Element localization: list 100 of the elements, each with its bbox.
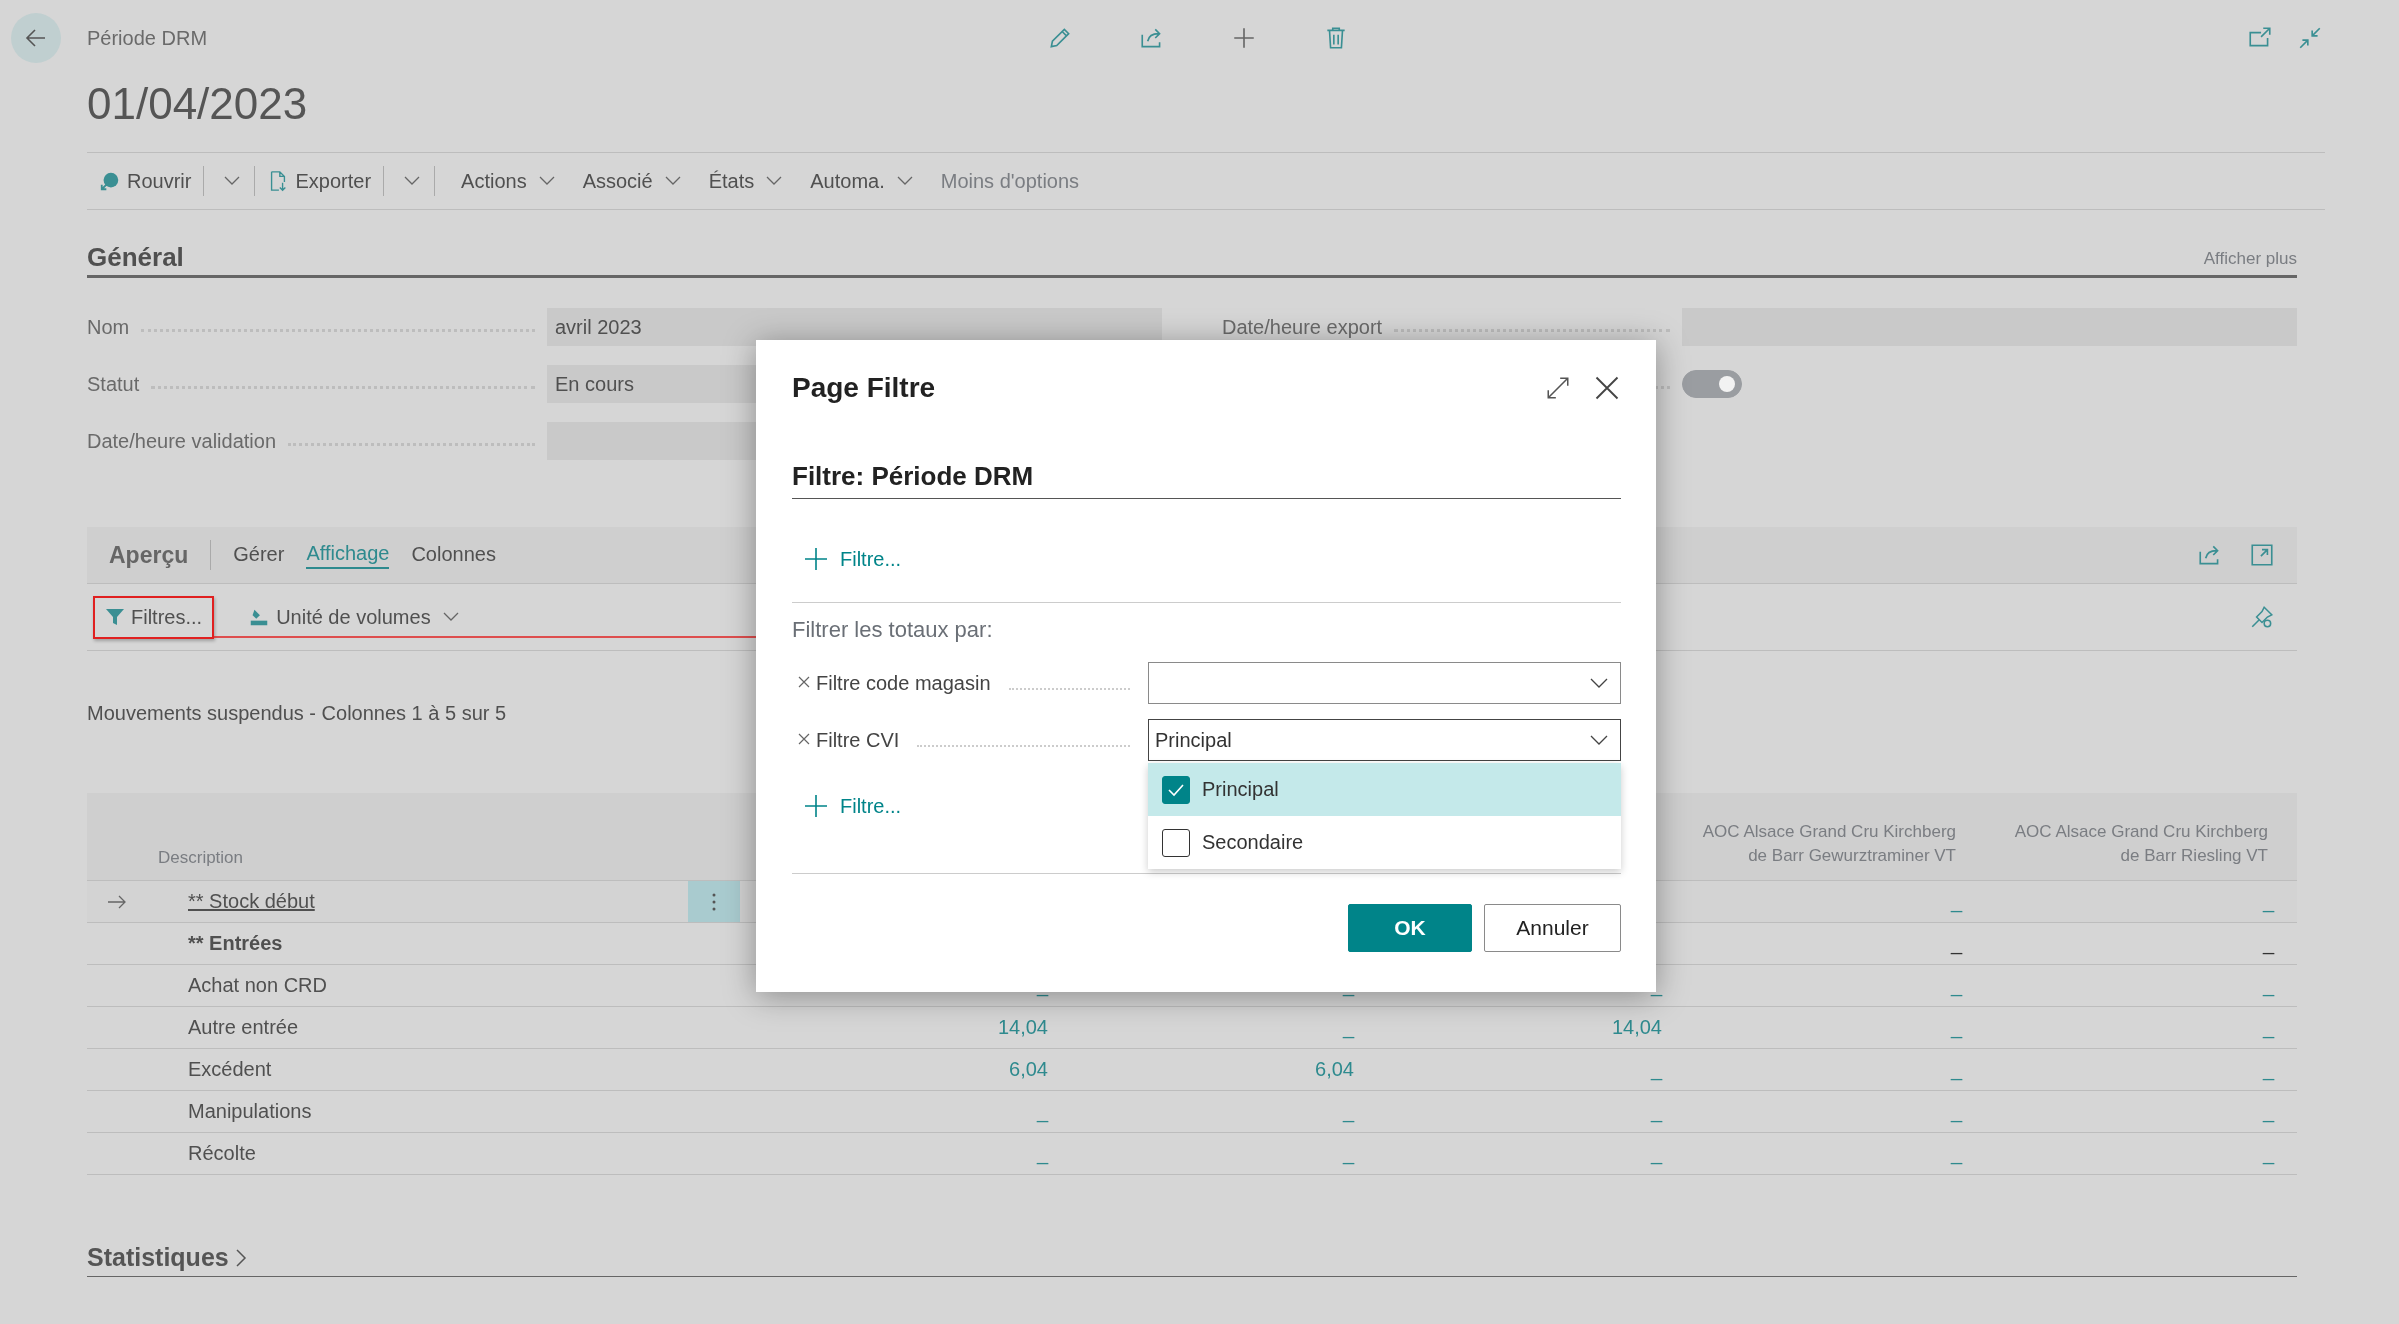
less-options-link[interactable]: Moins d'options [938, 165, 1082, 197]
part-title: Aperçu [109, 541, 189, 569]
table-cell[interactable]: _ [1650, 1058, 1662, 1080]
table-cell: Achat non CRD [188, 974, 327, 997]
table-cell[interactable]: _ [2262, 1016, 2274, 1038]
menu-button[interactable]: Actions [459, 165, 557, 197]
filters-button[interactable]: Filtres... [93, 595, 215, 639]
tab[interactable]: Gérer [233, 542, 285, 568]
remove-filter-icon[interactable] [798, 733, 810, 745]
field-label: Nom [87, 315, 130, 339]
more-icon [712, 892, 716, 911]
caret-icon [896, 176, 913, 186]
input-field[interactable]: avril 2023 [547, 308, 1162, 346]
table-cell[interactable]: _ [1650, 1142, 1662, 1164]
table-cell[interactable]: _ [2262, 974, 2274, 996]
table-cell[interactable]: _ [1950, 974, 1962, 996]
table-cell[interactable]: _ [2262, 1058, 2274, 1080]
table-cell[interactable]: _ [1342, 1016, 1354, 1038]
add-filter-link[interactable]: Filtre... [804, 791, 902, 821]
caret-icon [766, 176, 783, 186]
table-cell: Autre entrée [188, 1016, 299, 1039]
tab[interactable]: Colonnes [411, 542, 496, 568]
table-cell: _ [2262, 932, 2274, 954]
checkbox[interactable] [1162, 775, 1190, 804]
dropdown-button[interactable]: Unité de volumes [236, 595, 471, 639]
page-breadcrumb: Période DRM [87, 26, 209, 50]
section-title[interactable]: Statistiques [87, 1243, 229, 1272]
filter-label: Filtre CVI [816, 728, 900, 753]
chevron-icon [234, 1247, 247, 1268]
add-icon[interactable] [1231, 25, 1257, 51]
table-cell: Excédent [188, 1058, 272, 1081]
dropdown-field[interactable] [1148, 662, 1621, 704]
table-cell: _ [1950, 932, 1962, 954]
table-cell[interactable]: _ [2262, 1100, 2274, 1122]
record-title: 01/04/2023 [87, 78, 309, 130]
table-cell[interactable]: _ [1036, 1142, 1048, 1164]
edit-icon[interactable] [1047, 25, 1073, 51]
remove-filter-icon[interactable] [798, 676, 810, 688]
table-cell[interactable]: 6,04 [1009, 1058, 1048, 1080]
caret-icon [1590, 678, 1608, 688]
add-filter-link[interactable]: Filtre... [804, 544, 902, 574]
field-label: Date/heure validation [87, 429, 276, 453]
caret-icon [404, 176, 421, 186]
dropdown-field[interactable]: Principal [1148, 719, 1621, 761]
dialog-subtitle: Filtre: Période DRM [792, 435, 1621, 499]
tab[interactable]: Affichage [306, 541, 390, 569]
caret-icon [442, 612, 459, 622]
plus-icon [804, 547, 828, 571]
dropdown-option[interactable]: Secondaire [1148, 816, 1621, 869]
table-cell[interactable]: _ [2262, 890, 2274, 912]
menu-button[interactable]: Associé [580, 165, 683, 197]
cancel-button[interactable]: Annuler [1484, 904, 1621, 952]
table-cell[interactable]: _ [1950, 1142, 1962, 1164]
toggle-switch[interactable] [1682, 370, 1742, 398]
section-title: Général [87, 242, 184, 273]
table-cell: Récolte [188, 1142, 256, 1165]
show-more-link[interactable]: Afficher plus [2203, 249, 2297, 273]
filter-label: Filtre code magasin [816, 671, 991, 696]
ok-button[interactable]: OK [1348, 904, 1472, 952]
field-label: Date/heure export [1222, 315, 1383, 339]
action-button[interactable]: Rouvrir [97, 165, 194, 197]
table-cell[interactable]: 14,04 [997, 1016, 1048, 1038]
row-link[interactable]: ** Stock début [188, 890, 315, 913]
dropdown-option[interactable]: Principal [1148, 763, 1621, 816]
table-cell[interactable]: _ [1342, 1100, 1354, 1122]
table-caption: Mouvements suspendus - Colonnes 1 à 5 sur 5 [87, 702, 507, 726]
table-cell[interactable]: _ [1950, 1058, 1962, 1080]
field-label: Statut [87, 372, 140, 396]
checkmark-icon [1167, 782, 1185, 797]
table-cell[interactable]: 6,04 [1315, 1058, 1354, 1080]
action-button[interactable]: Exporter [265, 165, 374, 197]
reopen-icon [99, 170, 121, 192]
table-cell[interactable]: _ [1342, 1142, 1354, 1164]
column-header: AOC Alsace Grand Cru Kirchberg de Barr Riesling VT [2013, 821, 2268, 867]
expand-icon[interactable] [1545, 374, 1571, 401]
back-button[interactable] [11, 13, 61, 63]
table-cell[interactable]: _ [2262, 1142, 2274, 1164]
caret-icon [1590, 735, 1608, 745]
table-cell[interactable]: _ [1950, 1016, 1962, 1038]
table-cell[interactable]: 14,04 [1611, 1016, 1662, 1038]
filter-icon [105, 607, 125, 627]
table-cell[interactable]: _ [1950, 890, 1962, 912]
table-cell[interactable]: _ [1036, 1100, 1048, 1122]
table-cell: ** Entrées [188, 932, 283, 955]
checkbox[interactable] [1162, 828, 1190, 857]
pin-icon[interactable] [2249, 604, 2275, 630]
collapse-icon[interactable] [2297, 25, 2323, 51]
menu-button[interactable]: États [706, 165, 785, 197]
column-header: AOC Alsace Grand Cru Kirchberg de Barr Gewurztraminer VT [1701, 821, 1956, 867]
current-row-arrow-icon [107, 894, 127, 909]
table-cell: Manipulations [188, 1100, 312, 1123]
caret-icon [538, 176, 555, 186]
table-cell[interactable]: _ [1650, 1100, 1662, 1122]
menu-button[interactable]: Automa. [808, 165, 915, 197]
table-cell[interactable]: _ [1950, 1100, 1962, 1122]
section-heading: Filtrer les totaux par: [792, 617, 994, 643]
dialog-title: Page Filtre [792, 371, 936, 404]
caret-icon [224, 176, 241, 186]
column-header: Description [158, 848, 244, 867]
plus-icon [804, 794, 828, 818]
